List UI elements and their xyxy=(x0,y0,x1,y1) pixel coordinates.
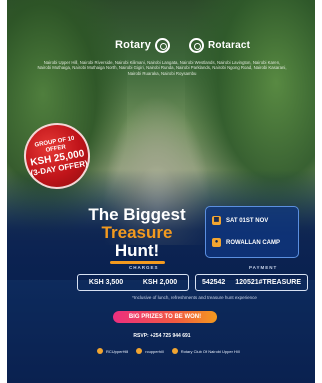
rotaract-wheel-icon xyxy=(189,37,204,53)
logo-bar: Rotary Rotaract xyxy=(7,34,315,56)
inclusive-note: *Inclusive of lunch, refreshments and tr… xyxy=(132,295,257,300)
payment-label: PAYMENT xyxy=(249,265,278,270)
facebook-icon xyxy=(136,348,143,354)
title-line-3: Hunt! xyxy=(114,241,160,260)
social-instagram: RCUpperHill xyxy=(97,348,128,354)
social-facebook: rcupperhill xyxy=(136,348,164,354)
event-date: SAT 01ST NOV xyxy=(226,217,269,224)
pricing-row: KSH 3,500 KSH 2,000 542542 120521#TREASU… xyxy=(77,274,312,291)
payment-box: 542542 120521#TREASURE xyxy=(195,274,308,291)
social-web: Rotary Club Of Nairobi Upper Hill xyxy=(171,348,240,354)
event-details-box: ▦ SAT 01ST NOV ● ROWALLAN CAMP xyxy=(205,206,299,258)
adults-price: KSH 3,500 xyxy=(88,279,124,286)
title-line-1: The Biggest xyxy=(88,205,186,224)
social-handles: RCUpperHill rcupperhill Rotary Club Of N… xyxy=(97,348,297,354)
venue-row: ● ROWALLAN CAMP xyxy=(212,238,280,247)
web-handle: Rotary Club Of Nairobi Upper Hill xyxy=(180,348,240,354)
rotary-logo: Rotary xyxy=(115,34,171,56)
facebook-handle: rcupperhill xyxy=(145,348,164,354)
charges-box: KSH 3,500 KSH 2,000 xyxy=(77,274,189,291)
account-number: 120521#TREASURE xyxy=(235,279,302,286)
big-prizes-banner: BIG PRIZES TO BE WON! xyxy=(113,311,217,323)
web-icon xyxy=(171,348,178,354)
instagram-handle: RCUpperHill xyxy=(106,348,129,354)
rotary-logo-text: Rotary xyxy=(115,39,152,51)
paybill-number: 542542 xyxy=(201,279,226,286)
kids-price: KSH 2,000 xyxy=(142,279,178,286)
rsvp-line: RSVP: +254 725 944 691 xyxy=(133,333,191,339)
rotaract-logo-text: Rotaract xyxy=(208,39,251,51)
sponsor-clubs-text: Nairobi Upper Hill, Nairobi Riverside, N… xyxy=(37,60,287,76)
charges-label: CHARGES xyxy=(129,265,159,270)
event-poster: Rotary Rotaract Nairobi Upper Hill, Nair… xyxy=(7,0,315,383)
rotary-wheel-icon xyxy=(155,37,171,53)
title-line-2: Treasure xyxy=(101,223,173,242)
date-row: ▦ SAT 01ST NOV xyxy=(212,216,268,225)
calendar-icon: ▦ xyxy=(212,216,221,225)
title-underline xyxy=(109,261,165,264)
event-venue: ROWALLAN CAMP xyxy=(226,239,280,246)
rotaract-logo: Rotaract xyxy=(189,34,250,56)
location-pin-icon: ● xyxy=(212,238,221,247)
instagram-icon xyxy=(97,348,103,354)
event-title: The Biggest Treasure Hunt! xyxy=(67,206,207,264)
